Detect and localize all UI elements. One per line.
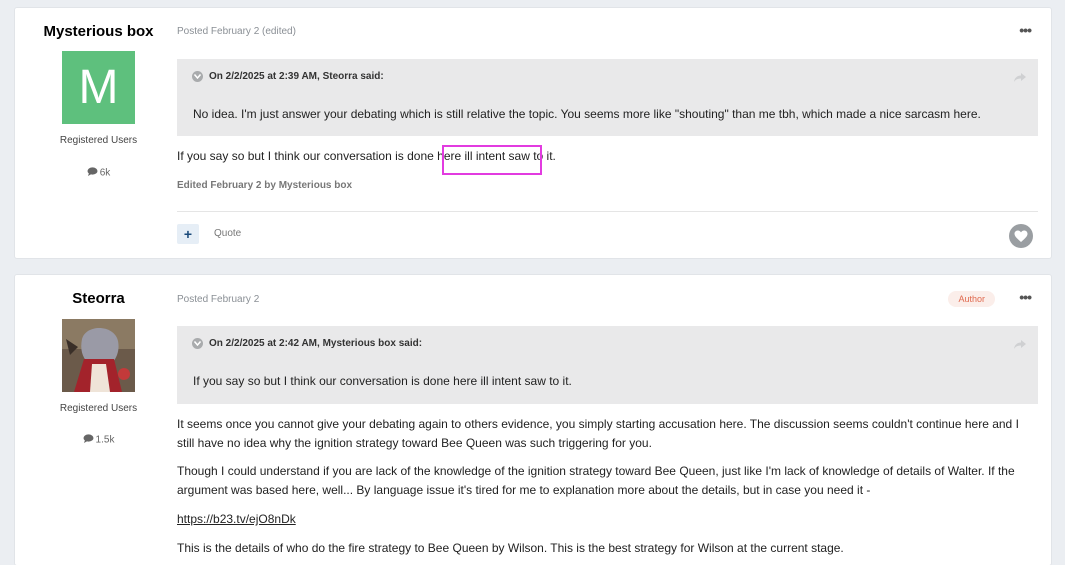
post-date[interactable]: Posted February 2 (edited) [177, 26, 296, 37]
post-count-value: 1.5k [95, 434, 115, 446]
user-group: Registered Users [59, 403, 138, 414]
share-icon[interactable] [1014, 338, 1026, 352]
avatar[interactable] [62, 319, 135, 392]
post-paragraph-2: Though I could understand if you are lac… [177, 464, 1015, 497]
post-body: If you say so but I think our conversati… [177, 149, 556, 163]
post-mysterious-box: Mysterious box M Registered Users 6k Pos… [15, 8, 1051, 258]
author-badge: Author [948, 291, 995, 307]
post-count: 1.5k [15, 434, 182, 446]
reaction-heart-button[interactable] [1009, 224, 1033, 248]
avatar[interactable]: M [62, 51, 135, 124]
post-link-text[interactable]: https://b23.tv/ejO8nDk [177, 512, 296, 526]
user-group: Registered Users [59, 135, 138, 146]
post-count-value: 6k [99, 167, 111, 179]
chevron-down-icon[interactable] [192, 338, 203, 349]
edited-note: Edited February 2 by Mysterious box [177, 180, 353, 191]
heart-icon [1014, 230, 1028, 242]
post-steorra: Steorra Registered Users 1.5k Posted Feb… [15, 275, 1051, 565]
quote-header[interactable]: On 2/2/2025 at 2:39 AM, Steorra said: [192, 71, 384, 82]
quote-header-text: On 2/2/2025 at 2:39 AM, Steorra said: [209, 71, 384, 83]
highlight-box [442, 145, 542, 175]
share-icon[interactable] [1014, 71, 1026, 85]
post-menu-button[interactable]: ••• [1019, 289, 1032, 305]
quote-header[interactable]: On 2/2/2025 at 2:42 AM, Mysterious box s… [192, 338, 422, 349]
author-name[interactable]: Steorra [15, 290, 182, 307]
quote-text: No idea. I'm just answer your debating w… [193, 107, 981, 121]
comment-icon [87, 167, 98, 179]
post-link[interactable]: https://b23.tv/ejO8nDk [177, 510, 1037, 529]
quote-block: On 2/2/2025 at 2:39 AM, Steorra said: No… [177, 59, 1038, 136]
chevron-down-icon[interactable] [192, 71, 203, 82]
post-paragraph-3: This is the details of who do the fire s… [177, 541, 844, 555]
quote-button[interactable]: Quote [214, 228, 241, 239]
quote-header-text: On 2/2/2025 at 2:42 AM, Mysterious box s… [209, 338, 423, 350]
post-menu-button[interactable]: ••• [1019, 22, 1032, 38]
post-date[interactable]: Posted February 2 [177, 294, 259, 305]
post-count: 6k [15, 167, 182, 179]
quote-text: If you say so but I think our conversati… [193, 374, 572, 388]
avatar-image [62, 319, 135, 392]
comment-icon [83, 434, 94, 446]
multiquote-button[interactable]: + [177, 224, 199, 244]
author-name[interactable]: Mysterious box [15, 23, 182, 40]
post-paragraph-1: It seems once you cannot give your debat… [177, 417, 1019, 450]
divider [177, 211, 1038, 212]
quote-block: On 2/2/2025 at 2:42 AM, Mysterious box s… [177, 326, 1038, 404]
